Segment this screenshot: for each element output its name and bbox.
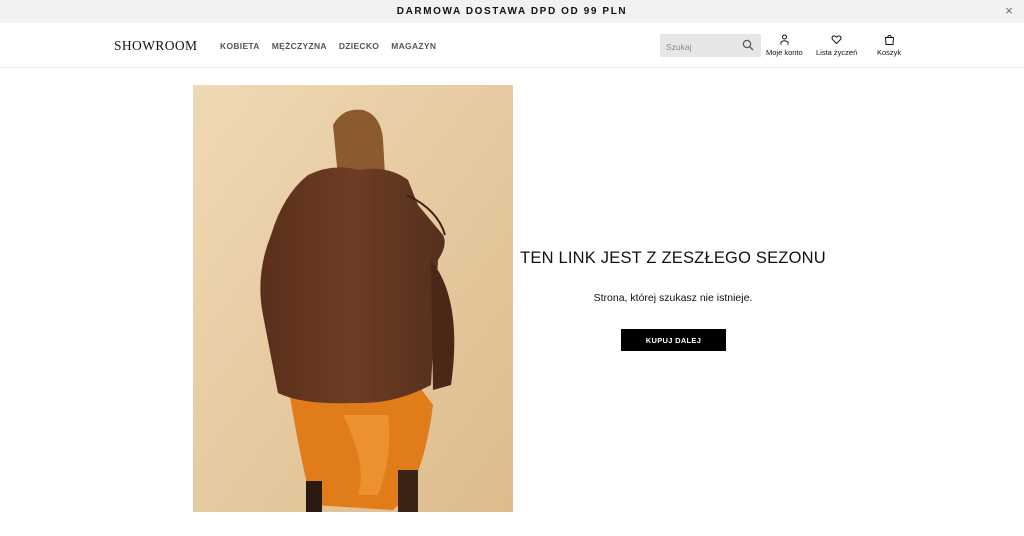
continue-shopping-button[interactable]: KUPUJ DALEJ: [621, 329, 726, 351]
search-icon[interactable]: [742, 39, 754, 51]
hero-photo: [193, 85, 513, 512]
nav-item-mezczyzna[interactable]: MĘŻCZYZNA: [272, 41, 327, 51]
nav-item-kobieta[interactable]: KOBIETA: [220, 41, 260, 51]
wishlist-label: Lista życzeń: [816, 48, 858, 57]
logo[interactable]: SHOWROOM: [114, 38, 197, 54]
announcement-text: DARMOWA DOSTAWA DPD OD 99 PLN: [396, 6, 628, 17]
cart-link[interactable]: Koszyk: [877, 34, 901, 57]
search-box: [660, 34, 761, 59]
nav-item-magazyn[interactable]: MAGAZYN: [391, 41, 436, 51]
heart-icon: [831, 35, 842, 45]
search-input[interactable]: [660, 34, 748, 59]
announcement-bar: DARMOWA DOSTAWA DPD OD 99 PLN ×: [0, 0, 1024, 23]
error-message: Strona, której szukasz nie istnieje.: [593, 292, 753, 304]
page-title: TEN LINK JEST Z ZESZŁEGO SEZONU: [520, 249, 826, 267]
close-icon[interactable]: ×: [1002, 4, 1016, 18]
nav-item-dziecko[interactable]: DZIECKO: [339, 41, 379, 51]
error-content: TEN LINK JEST Z ZESZŁEGO SEZONU Strona, …: [520, 85, 826, 512]
account-link[interactable]: Moje konto: [766, 34, 803, 57]
user-icon: [780, 34, 789, 45]
account-label: Moje konto: [766, 48, 803, 57]
main-nav: KOBIETA MĘŻCZYZNA DZIECKO MAGAZYN: [220, 41, 448, 51]
cart-label: Koszyk: [877, 48, 902, 57]
bag-icon: [884, 34, 894, 45]
wishlist-link[interactable]: Lista życzeń: [816, 34, 857, 57]
model-illustration: [193, 85, 513, 512]
site-header: SHOWROOM KOBIETA MĘŻCZYZNA DZIECKO MAGAZ…: [0, 23, 1024, 68]
